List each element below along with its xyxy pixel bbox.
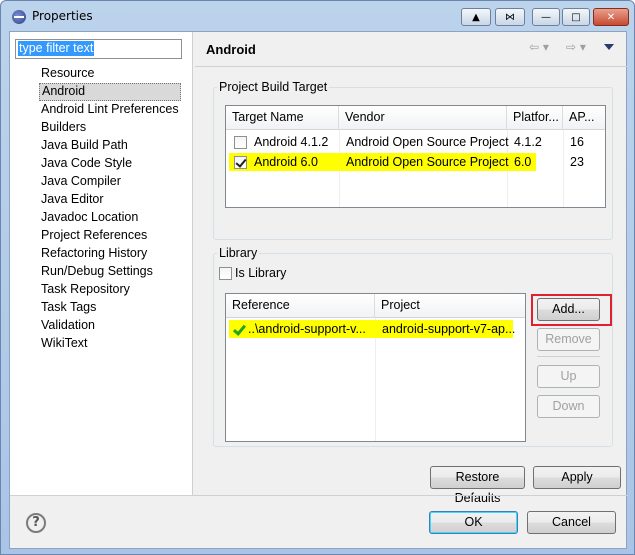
col-platform[interactable]: Platfor... — [507, 106, 563, 130]
preference-tree-pane: type filter text Resource Android Android … — [10, 32, 193, 495]
window-title: Properties — [32, 9, 93, 23]
target-api: 23 — [570, 155, 584, 169]
target-checkbox[interactable] — [234, 136, 247, 149]
preference-tree: Resource Android Android Lint Preferences B… — [39, 65, 181, 353]
sidebar-item-wikitext[interactable]: WikiText — [39, 335, 181, 353]
dropdown-menu-icon[interactable] — [604, 44, 614, 50]
library-table[interactable]: Reference Project ..\android-support-v..… — [225, 293, 526, 442]
col-project[interactable]: Project — [375, 294, 525, 318]
help-icon[interactable]: ? — [26, 513, 46, 533]
ok-button[interactable]: OK — [429, 511, 518, 534]
table-row[interactable]: Android 4.1.2 Android Open Source Projec… — [226, 132, 605, 152]
sidebar-item-java-compiler[interactable]: Java Compiler — [39, 173, 181, 191]
col-api[interactable]: AP... — [563, 106, 605, 130]
sidebar-item-run-debug-settings[interactable]: Run/Debug Settings — [39, 263, 181, 281]
page-title: Android — [206, 42, 256, 57]
sidebar-item-java-code-style[interactable]: Java Code Style — [39, 155, 181, 173]
filter-input[interactable]: type filter text — [15, 39, 182, 59]
apply-button[interactable]: Apply — [533, 466, 621, 489]
sidebar-item-java-build-path[interactable]: Java Build Path — [39, 137, 181, 155]
target-api: 16 — [570, 135, 584, 149]
build-target-group-label: Project Build Target — [217, 80, 330, 94]
library-header: Reference Project — [226, 294, 525, 318]
restore-defaults-button[interactable]: Restore Defaults — [430, 466, 525, 505]
dialog-client: type filter text Resource Android Android … — [9, 31, 628, 549]
target-vendor: Android Open Source Project — [346, 135, 509, 149]
forward-arrow-icon[interactable]: ⇨ ▾ — [566, 40, 586, 54]
target-checkbox[interactable] — [234, 156, 247, 169]
footer-separator — [10, 495, 628, 496]
add-button[interactable]: Add... — [537, 298, 600, 321]
minimize-all-button[interactable]: ▲ — [461, 8, 491, 26]
library-reference: ..\android-support-v... — [248, 322, 366, 336]
is-library-label[interactable]: Is Library — [235, 266, 286, 280]
button-separator — [537, 356, 600, 357]
sidebar-item-android[interactable]: Android — [39, 83, 181, 101]
sidebar-item-validation[interactable]: Validation — [39, 317, 181, 335]
col-vendor[interactable]: Vendor — [339, 106, 507, 130]
sidebar-item-android-lint-preferences[interactable]: Android Lint Preferences — [39, 101, 181, 119]
pin-button[interactable]: ⋈ — [495, 8, 525, 26]
build-target-header: Target Name Vendor Platfor... AP... — [226, 106, 605, 130]
remove-button[interactable]: Remove — [537, 328, 600, 351]
build-target-table[interactable]: Target Name Vendor Platfor... AP... Andr… — [225, 105, 606, 208]
minimize-button[interactable]: — — [532, 8, 560, 26]
eclipse-icon — [12, 10, 26, 24]
is-library-checkbox[interactable] — [219, 267, 232, 280]
header-separator — [195, 66, 628, 67]
sidebar-item-javadoc-location[interactable]: Javadoc Location — [39, 209, 181, 227]
col-reference[interactable]: Reference — [226, 294, 375, 318]
target-vendor: Android Open Source Project — [346, 155, 509, 169]
sidebar-item-task-tags[interactable]: Task Tags — [39, 299, 181, 317]
maximize-button[interactable]: □ — [562, 8, 590, 26]
sidebar-item-refactoring-history[interactable]: Refactoring History — [39, 245, 181, 263]
close-button[interactable]: ✕ — [593, 8, 629, 26]
sidebar-item-resource[interactable]: Resource — [39, 65, 181, 83]
table-row[interactable]: Android 6.0 Android Open Source Project … — [226, 152, 605, 172]
target-name: Android 4.1.2 — [254, 135, 329, 149]
filter-placeholder: type filter text — [18, 41, 95, 56]
cancel-button[interactable]: Cancel — [527, 511, 616, 534]
library-group-label: Library — [217, 246, 260, 260]
down-button[interactable]: Down — [537, 395, 600, 418]
back-arrow-icon[interactable]: ⇦ ▾ — [529, 40, 549, 54]
target-platform: 6.0 — [514, 155, 532, 169]
up-button[interactable]: Up — [537, 365, 600, 388]
sidebar-item-java-editor[interactable]: Java Editor — [39, 191, 181, 209]
properties-window: Properties ▲ ⋈ — □ ✕ type filter text Re… — [0, 0, 635, 555]
target-name: Android 6.0 — [254, 155, 318, 169]
col-target-name[interactable]: Target Name — [226, 106, 339, 130]
title-bar: Properties ▲ ⋈ — □ ✕ — [1, 1, 634, 31]
sidebar-item-task-repository[interactable]: Task Repository — [39, 281, 181, 299]
library-project: android-support-v7-ap... — [382, 322, 516, 336]
table-row[interactable]: ..\android-support-v... android-support-… — [226, 319, 525, 339]
green-check-icon — [233, 324, 245, 336]
target-platform: 4.1.2 — [514, 135, 542, 149]
sidebar-item-project-references[interactable]: Project References — [39, 227, 181, 245]
sidebar-item-builders[interactable]: Builders — [39, 119, 181, 137]
